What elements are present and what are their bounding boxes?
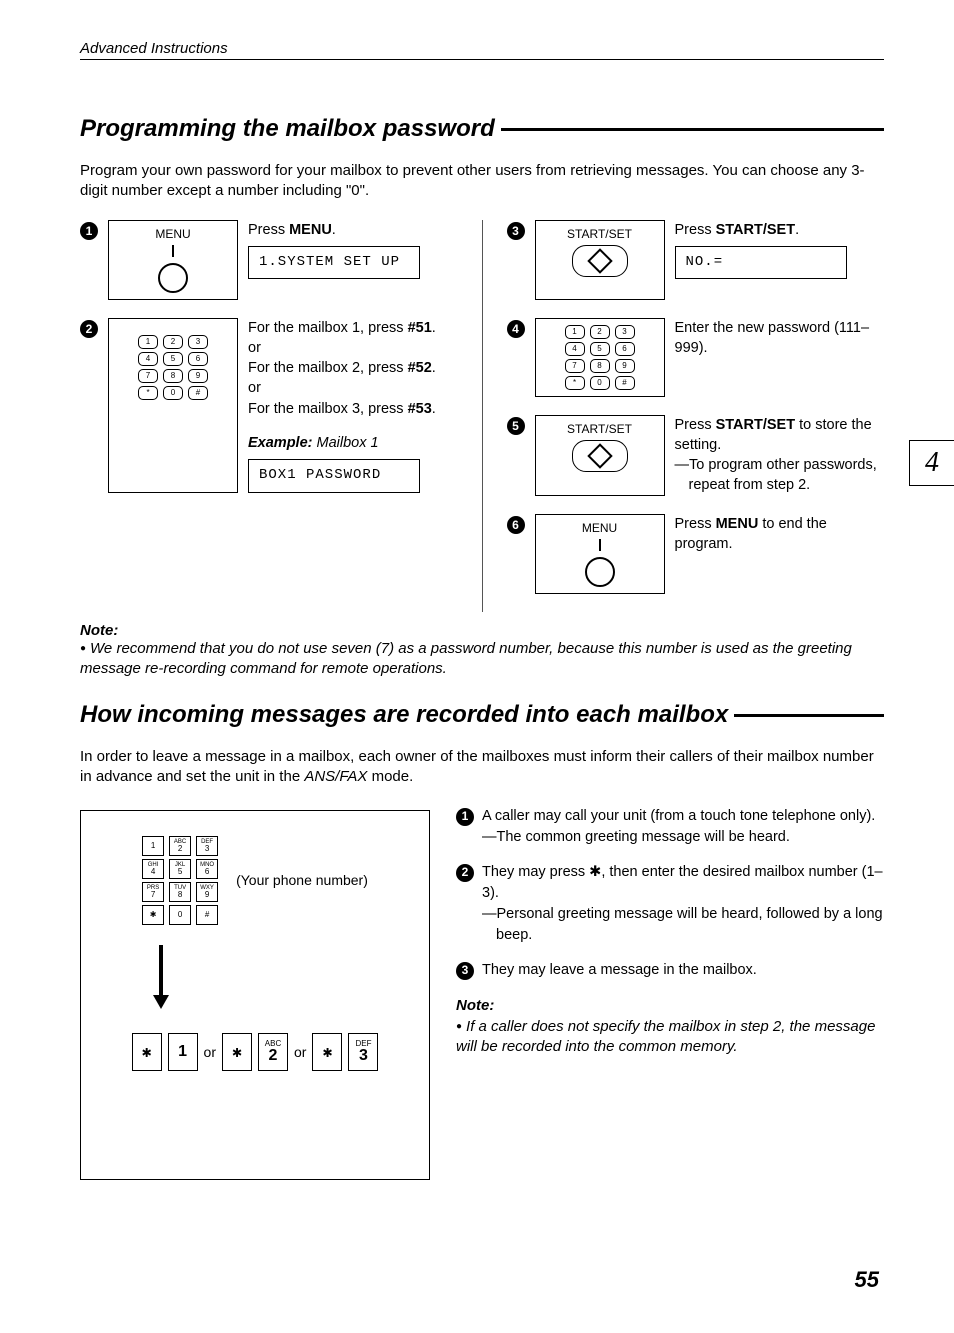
keypad-icon: 123 456 789 *0#	[565, 325, 635, 390]
panel-menu-6: MENU	[535, 514, 665, 594]
step-badge-1: 1	[80, 222, 98, 240]
lcd-display: BOX1 PASSWORD	[248, 459, 420, 493]
section-title-1: Programming the mailbox password	[80, 115, 884, 143]
chapter-tab: 4	[909, 440, 954, 486]
panel-keypad-2: 123 456 789 *0#	[108, 318, 238, 493]
section1-intro: Program your own password for your mailb…	[80, 161, 884, 202]
list-item-1: 1 A caller may call your unit (from a to…	[456, 806, 884, 848]
panel-keypad-4: 123 456 789 *0#	[535, 318, 665, 397]
step-badge-2: 2	[456, 864, 474, 882]
key-1: 1	[168, 1033, 198, 1071]
menu-button-icon	[585, 557, 615, 587]
menu-button-icon	[158, 263, 188, 293]
step-badge-3: 3	[507, 222, 525, 240]
step-3: 3 START/SET Press START/SET. NO.=	[507, 220, 885, 300]
step-2: 2 123 456 789 *0# For the mailbox 1, pre…	[80, 318, 458, 493]
step-badge-1: 1	[456, 808, 474, 826]
list-item-3: 3 They may leave a message in the mailbo…	[456, 960, 884, 981]
panel-label: MENU	[155, 227, 190, 241]
note-label-2: Note:	[456, 995, 884, 1017]
step-1: 1 MENU Press MENU. 1.SYSTEM SET UP	[80, 220, 458, 300]
panel-menu-1: MENU	[108, 220, 238, 300]
phone-number-caption: (Your phone number)	[236, 871, 368, 889]
running-header: Advanced Instructions	[80, 40, 884, 60]
arrow-down-icon	[153, 995, 169, 1009]
note-body-2: If a caller does not specify the mailbox…	[456, 1017, 884, 1058]
page-number: 55	[855, 1267, 879, 1293]
section-title-2: How incoming messages are recorded into …	[80, 701, 884, 729]
start-set-icon	[587, 443, 612, 468]
section-title-1-text: Programming the mailbox password	[80, 115, 495, 143]
key-2: ABC2	[258, 1033, 288, 1071]
lcd-display: 1.SYSTEM SET UP	[248, 246, 420, 280]
panel-start-3: START/SET	[535, 220, 665, 300]
lcd-display: NO.=	[675, 246, 847, 280]
step-badge-3: 3	[456, 962, 474, 980]
note-label: Note:	[80, 622, 884, 639]
step-4: 4 123 456 789 *0# Enter the new password…	[507, 318, 885, 397]
section2-intro: In order to leave a message in a mailbox…	[80, 747, 884, 788]
phone-keypad-icon: 1ABC2DEF3 GHI4JKL5MNO6 PRS7TUV8WXY9 ✱0#	[142, 836, 218, 925]
section-title-2-text: How incoming messages are recorded into …	[80, 701, 728, 729]
step-badge-4: 4	[507, 320, 525, 338]
key-star: ✱	[312, 1033, 342, 1071]
panel-start-5: START/SET	[535, 415, 665, 496]
step-badge-6: 6	[507, 516, 525, 534]
key-star: ✱	[222, 1033, 252, 1071]
start-set-icon	[587, 248, 612, 273]
step-badge-5: 5	[507, 417, 525, 435]
dial-options: ✱ 1 or ✱ ABC2 or ✱ DEF3	[101, 1033, 409, 1071]
key-star: ✱	[132, 1033, 162, 1071]
note-body: We recommend that you do not use seven (…	[80, 639, 884, 680]
illustration-box: 1ABC2DEF3 GHI4JKL5MNO6 PRS7TUV8WXY9 ✱0# …	[80, 810, 430, 1180]
keypad-icon: 123 456 789 *0#	[138, 335, 208, 400]
key-3: DEF3	[348, 1033, 378, 1071]
step-6: 6 MENU Press MENU to end the program.	[507, 514, 885, 594]
list-item-2: 2 They may press ✱, then enter the desir…	[456, 862, 884, 946]
step-5: 5 START/SET Press START/SET to store the…	[507, 415, 885, 496]
step-badge-2: 2	[80, 320, 98, 338]
